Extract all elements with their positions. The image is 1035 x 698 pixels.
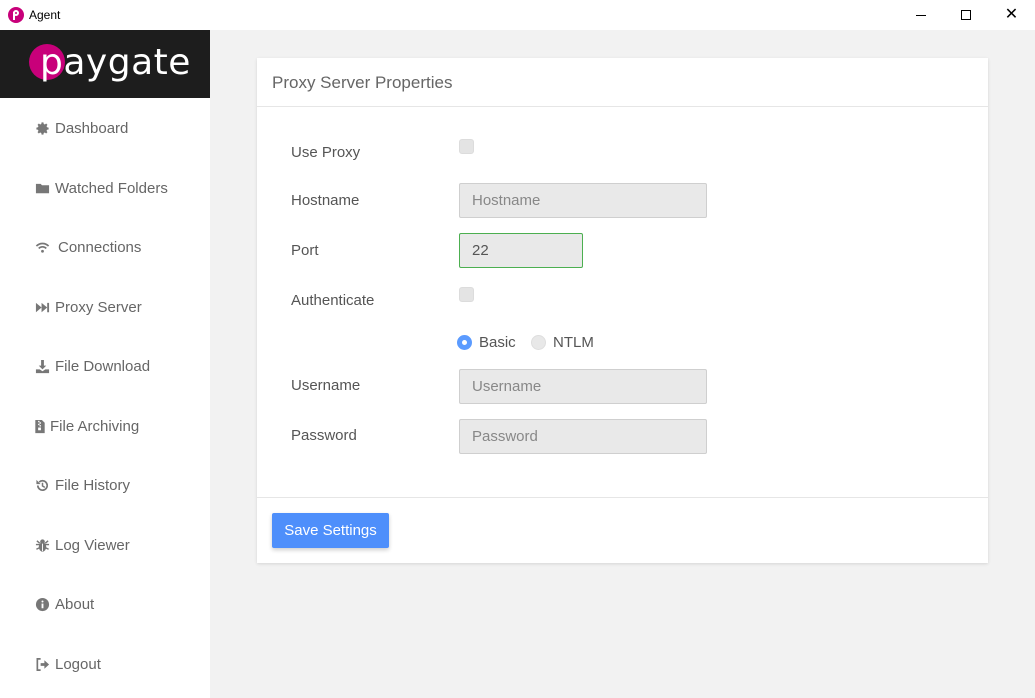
- download-icon: [34, 358, 50, 374]
- authenticate-label: Authenticate: [291, 292, 375, 309]
- fast-forward-icon: [34, 299, 50, 315]
- window-title: Agent: [29, 8, 61, 22]
- sidebar-item-label: Logout: [55, 655, 101, 673]
- folder-icon: [34, 180, 50, 196]
- sidebar-item-proxy-server[interactable]: Proxy Server: [0, 287, 210, 327]
- username-label: Username: [291, 377, 361, 394]
- logout-icon: [34, 656, 50, 672]
- title-bar: Agent ✕: [0, 0, 1035, 30]
- sidebar-item-label: File Archiving: [50, 417, 140, 435]
- sidebar-item-label: Watched Folders: [55, 179, 168, 197]
- sidebar-item-label: About: [55, 595, 95, 613]
- sidebar-item-label: File Download: [55, 357, 151, 375]
- close-icon: ✕: [1004, 6, 1019, 23]
- sidebar-item-file-archiving[interactable]: File Archiving: [0, 406, 210, 446]
- sidebar-item-file-download[interactable]: File Download: [0, 346, 210, 386]
- auth-basic-label[interactable]: Basic: [479, 334, 516, 351]
- close-button[interactable]: ✕: [989, 0, 1034, 30]
- sidebar-item-label: File History: [55, 476, 131, 494]
- auth-ntlm-radio[interactable]: [531, 335, 546, 350]
- sidebar-item-connections[interactable]: Connections: [0, 227, 210, 267]
- gear-icon: [34, 120, 50, 136]
- app-icon: [8, 7, 24, 23]
- history-icon: [34, 477, 50, 493]
- maximize-icon: [960, 10, 971, 20]
- card-title: Proxy Server Properties: [257, 58, 988, 107]
- card-footer: Save Settings: [257, 497, 988, 563]
- sidebar-item-label: Log Viewer: [55, 536, 130, 554]
- info-icon: [34, 596, 50, 612]
- sidebar-item-label: Dashboard: [55, 119, 129, 137]
- port-input[interactable]: [459, 233, 583, 268]
- sidebar: paygate Dashboard Watched Folders Connec…: [0, 30, 210, 698]
- bug-icon: [34, 537, 50, 553]
- sidebar-item-file-history[interactable]: File History: [0, 465, 210, 505]
- use-proxy-checkbox[interactable]: [459, 139, 474, 154]
- port-label: Port: [291, 242, 319, 259]
- sidebar-item-label: Connections: [58, 238, 142, 256]
- password-input[interactable]: [459, 419, 707, 454]
- maximize-button[interactable]: [943, 0, 988, 30]
- username-input[interactable]: [459, 369, 707, 404]
- hostname-input[interactable]: [459, 183, 707, 218]
- wifi-icon: [34, 239, 50, 255]
- sidebar-item-label: Proxy Server: [55, 298, 142, 316]
- archive-file-icon: [34, 418, 46, 434]
- auth-ntlm-label[interactable]: NTLM: [553, 334, 594, 351]
- minimize-button[interactable]: [898, 0, 943, 30]
- authenticate-checkbox[interactable]: [459, 287, 474, 302]
- brand-header: paygate: [0, 30, 210, 98]
- sidebar-item-log-viewer[interactable]: Log Viewer: [0, 525, 210, 565]
- password-label: Password: [291, 427, 357, 444]
- minimize-icon: [915, 14, 926, 16]
- use-proxy-label: Use Proxy: [291, 144, 361, 161]
- auth-basic-radio[interactable]: [457, 335, 472, 350]
- sidebar-item-about[interactable]: About: [0, 584, 210, 624]
- sidebar-item-logout[interactable]: Logout: [0, 644, 210, 684]
- proxy-settings-card: Proxy Server Properties Use Proxy Hostna…: [257, 58, 988, 563]
- logo-text: paygate: [40, 42, 191, 83]
- save-settings-button[interactable]: Save Settings: [272, 513, 389, 548]
- hostname-label: Hostname: [291, 192, 360, 209]
- sidebar-item-watched-folders[interactable]: Watched Folders: [0, 168, 210, 208]
- sidebar-item-dashboard[interactable]: Dashboard: [0, 108, 210, 148]
